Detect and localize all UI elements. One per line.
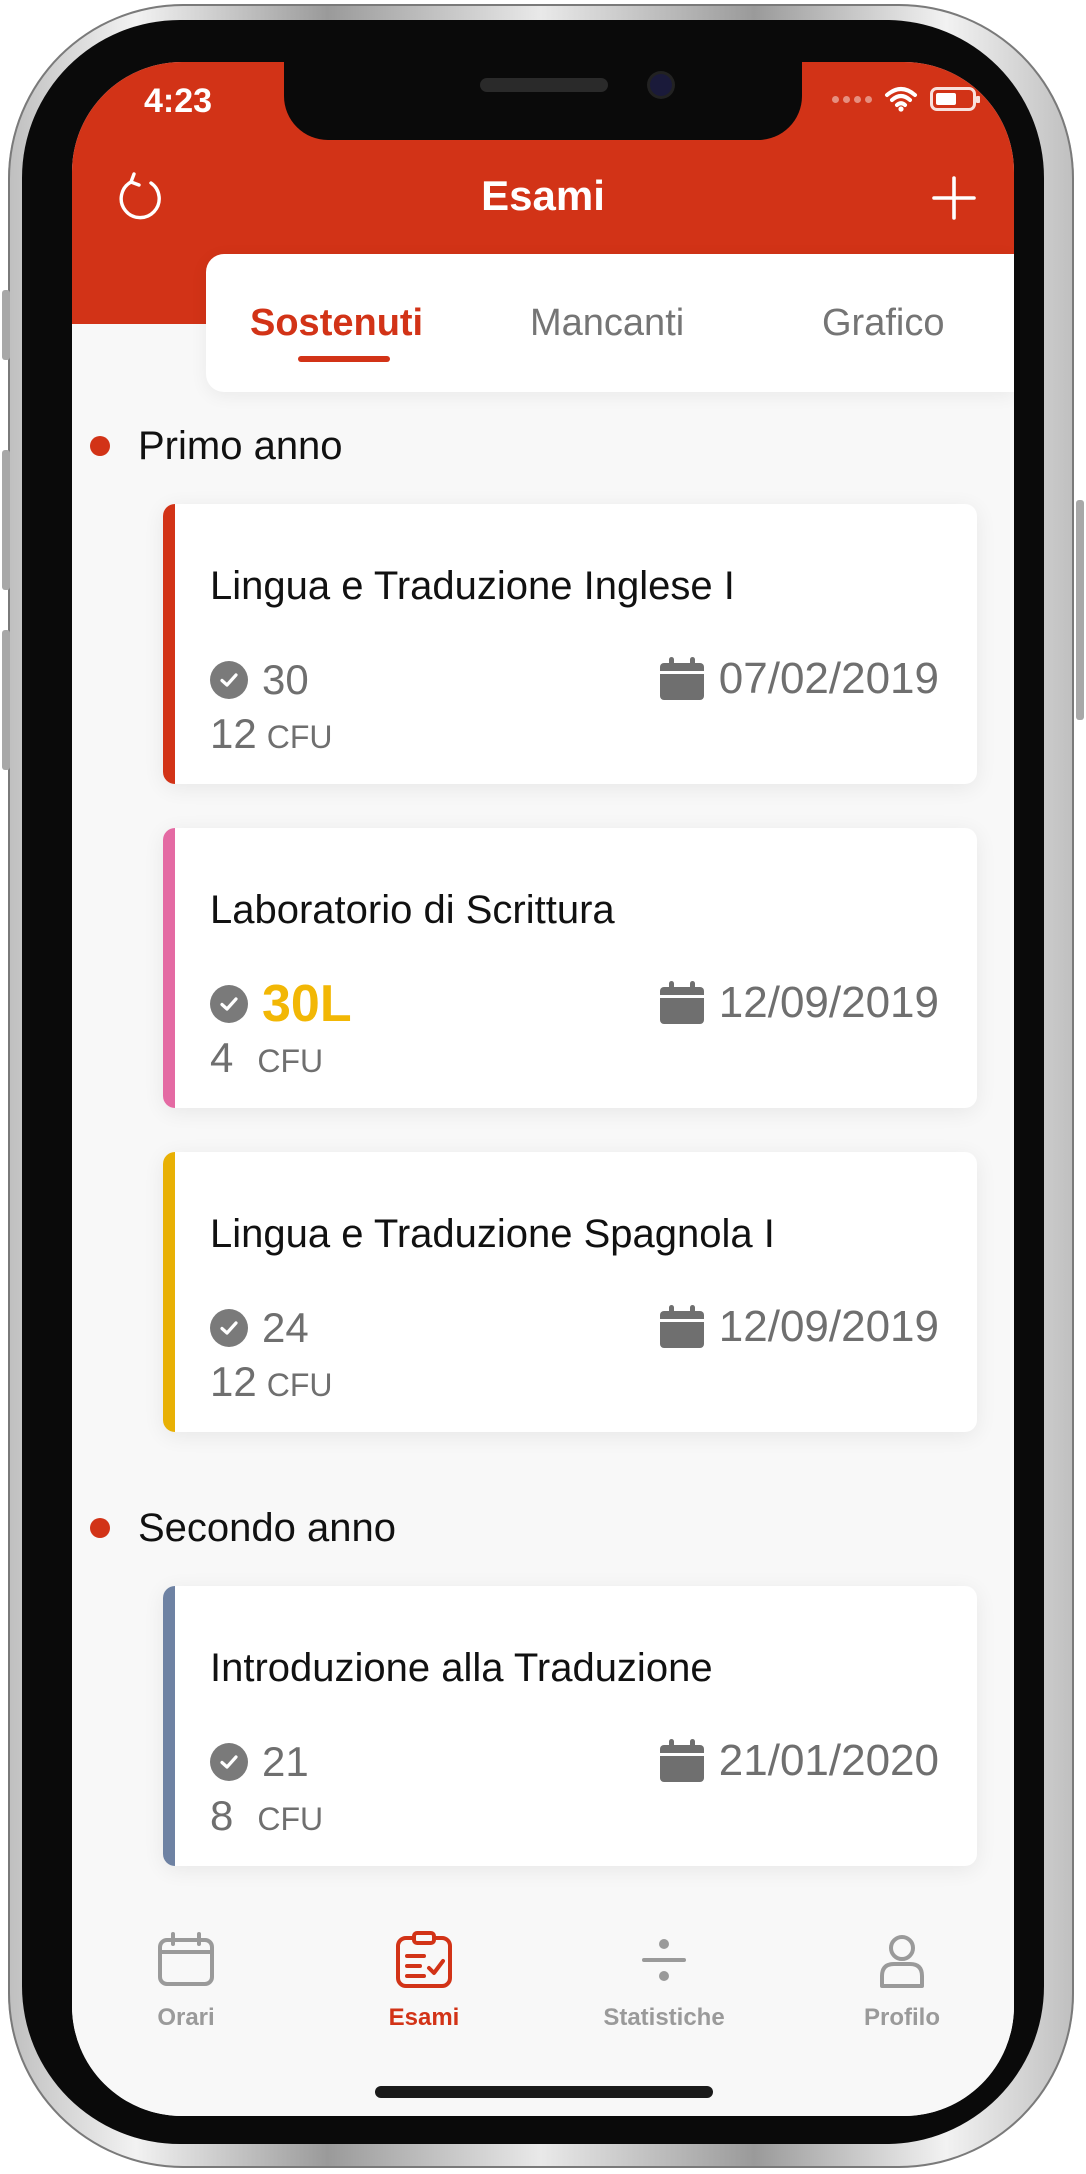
cfu-label: CFU bbox=[266, 1367, 333, 1403]
page-title: Esami bbox=[481, 172, 605, 219]
exam-grade: 21 bbox=[262, 1738, 309, 1785]
tab-mancanti[interactable]: Mancanti bbox=[530, 302, 684, 345]
status-time: 4:23 bbox=[144, 82, 213, 120]
person-icon bbox=[880, 1935, 924, 1988]
cfu-label: CFU bbox=[257, 1801, 324, 1837]
date-row: 07/02/2019 bbox=[659, 654, 939, 704]
section-dot bbox=[90, 436, 110, 456]
section-dot bbox=[90, 1518, 110, 1538]
exam-name: Laboratorio di Scrittura bbox=[210, 888, 615, 932]
volume-down-button bbox=[2, 630, 10, 770]
grade-row: 30L bbox=[210, 974, 352, 1034]
divide-icon bbox=[642, 1939, 686, 1981]
section-title: Secondo anno bbox=[138, 1506, 397, 1550]
date-row: 21/01/2020 bbox=[659, 1736, 939, 1786]
exam-name: Introduzione alla Traduzione bbox=[210, 1646, 713, 1690]
add-exam-button[interactable] bbox=[924, 168, 984, 228]
card-accent-bar bbox=[163, 1152, 175, 1432]
exam-grade: 30L bbox=[262, 975, 352, 1033]
cfu-value: 12 bbox=[210, 710, 257, 757]
battery-icon bbox=[930, 87, 980, 111]
cfu-row: 8 CFU bbox=[210, 1792, 323, 1840]
calendar-icon bbox=[659, 657, 704, 700]
cfu-label: CFU bbox=[266, 719, 333, 755]
nav-label: Orari bbox=[157, 2004, 215, 2031]
grade-row: 21 bbox=[210, 1738, 309, 1786]
home-indicator[interactable] bbox=[375, 2086, 713, 2098]
card-accent-bar bbox=[163, 1586, 175, 1866]
cfu-value: 4 bbox=[210, 1034, 234, 1081]
nav-label: Statistiche bbox=[603, 2004, 725, 2031]
cfu-row: 12 CFU bbox=[210, 710, 332, 758]
nav-esami[interactable]: Esami bbox=[344, 1928, 504, 2032]
section-title: Primo anno bbox=[138, 424, 343, 468]
calendar-icon bbox=[158, 1932, 214, 1986]
front-camera bbox=[650, 74, 672, 96]
bottom-tab-bar: Orari Esami Statistiche Profilo bbox=[72, 1892, 1014, 2116]
cfu-label: CFU bbox=[257, 1043, 324, 1079]
status-icons bbox=[832, 86, 980, 112]
calendar-icon bbox=[659, 1305, 704, 1348]
exam-icon bbox=[396, 1931, 452, 1988]
card-accent-bar bbox=[163, 828, 175, 1108]
speaker-grille bbox=[480, 78, 608, 92]
exam-date: 07/02/2019 bbox=[718, 654, 939, 703]
check-icon bbox=[210, 661, 248, 699]
calendar-icon bbox=[659, 1739, 704, 1782]
date-row: 12/09/2019 bbox=[659, 1302, 939, 1352]
active-tab-indicator bbox=[298, 356, 390, 362]
exam-card[interactable]: Lingua e Traduzione Spagnola I 24 12 CFU … bbox=[163, 1152, 977, 1432]
nav-profilo[interactable]: Profilo bbox=[822, 1928, 982, 2032]
nav-label: Esami bbox=[388, 2004, 460, 2031]
check-icon bbox=[210, 985, 248, 1023]
cfu-row: 4 CFU bbox=[210, 1034, 323, 1082]
cfu-row: 12 CFU bbox=[210, 1358, 332, 1406]
volume-up-button bbox=[2, 450, 10, 590]
notch bbox=[284, 62, 802, 140]
cfu-value: 8 bbox=[210, 1792, 234, 1839]
exam-grade: 24 bbox=[262, 1304, 309, 1351]
check-icon bbox=[210, 1309, 248, 1347]
exam-card[interactable]: Laboratorio di Scrittura 30L 4 CFU 12/09/… bbox=[163, 828, 977, 1108]
nav-orari[interactable]: Orari bbox=[106, 1928, 266, 2032]
nav-label: Profilo bbox=[864, 2004, 940, 2031]
exam-date: 21/01/2020 bbox=[718, 1736, 939, 1785]
date-row: 12/09/2019 bbox=[659, 978, 939, 1028]
exam-name: Lingua e Traduzione Spagnola I bbox=[210, 1212, 775, 1256]
segment-tabs: Sostenuti Mancanti Grafico bbox=[206, 254, 1014, 392]
exam-date: 12/09/2019 bbox=[718, 1302, 939, 1351]
plus-icon bbox=[932, 176, 976, 220]
wifi-icon bbox=[885, 87, 917, 112]
calendar-icon bbox=[659, 981, 704, 1024]
exam-grade: 30 bbox=[262, 656, 309, 703]
tab-sostenuti[interactable]: Sostenuti bbox=[250, 302, 423, 345]
card-accent-bar bbox=[163, 504, 175, 784]
exam-card[interactable]: Introduzione alla Traduzione 21 8 CFU 21/… bbox=[163, 1586, 977, 1866]
check-icon bbox=[210, 1743, 248, 1781]
nav-statistiche[interactable]: Statistiche bbox=[584, 1928, 744, 2032]
exam-card[interactable]: Lingua e Traduzione Inglese I 30 12 CFU 0… bbox=[163, 504, 977, 784]
mute-switch bbox=[2, 290, 10, 360]
exam-date: 12/09/2019 bbox=[718, 978, 939, 1027]
cfu-value: 12 bbox=[210, 1358, 257, 1405]
exam-name: Lingua e Traduzione Inglese I bbox=[210, 564, 735, 608]
signal-icon bbox=[832, 95, 872, 103]
grade-row: 30 bbox=[210, 656, 309, 704]
power-button bbox=[1076, 500, 1084, 720]
tab-grafico[interactable]: Grafico bbox=[822, 302, 944, 345]
grade-row: 24 bbox=[210, 1304, 309, 1352]
app-screen: 4:23 Esami Sostenuti Mancanti Grafico Pr… bbox=[72, 62, 1014, 2116]
